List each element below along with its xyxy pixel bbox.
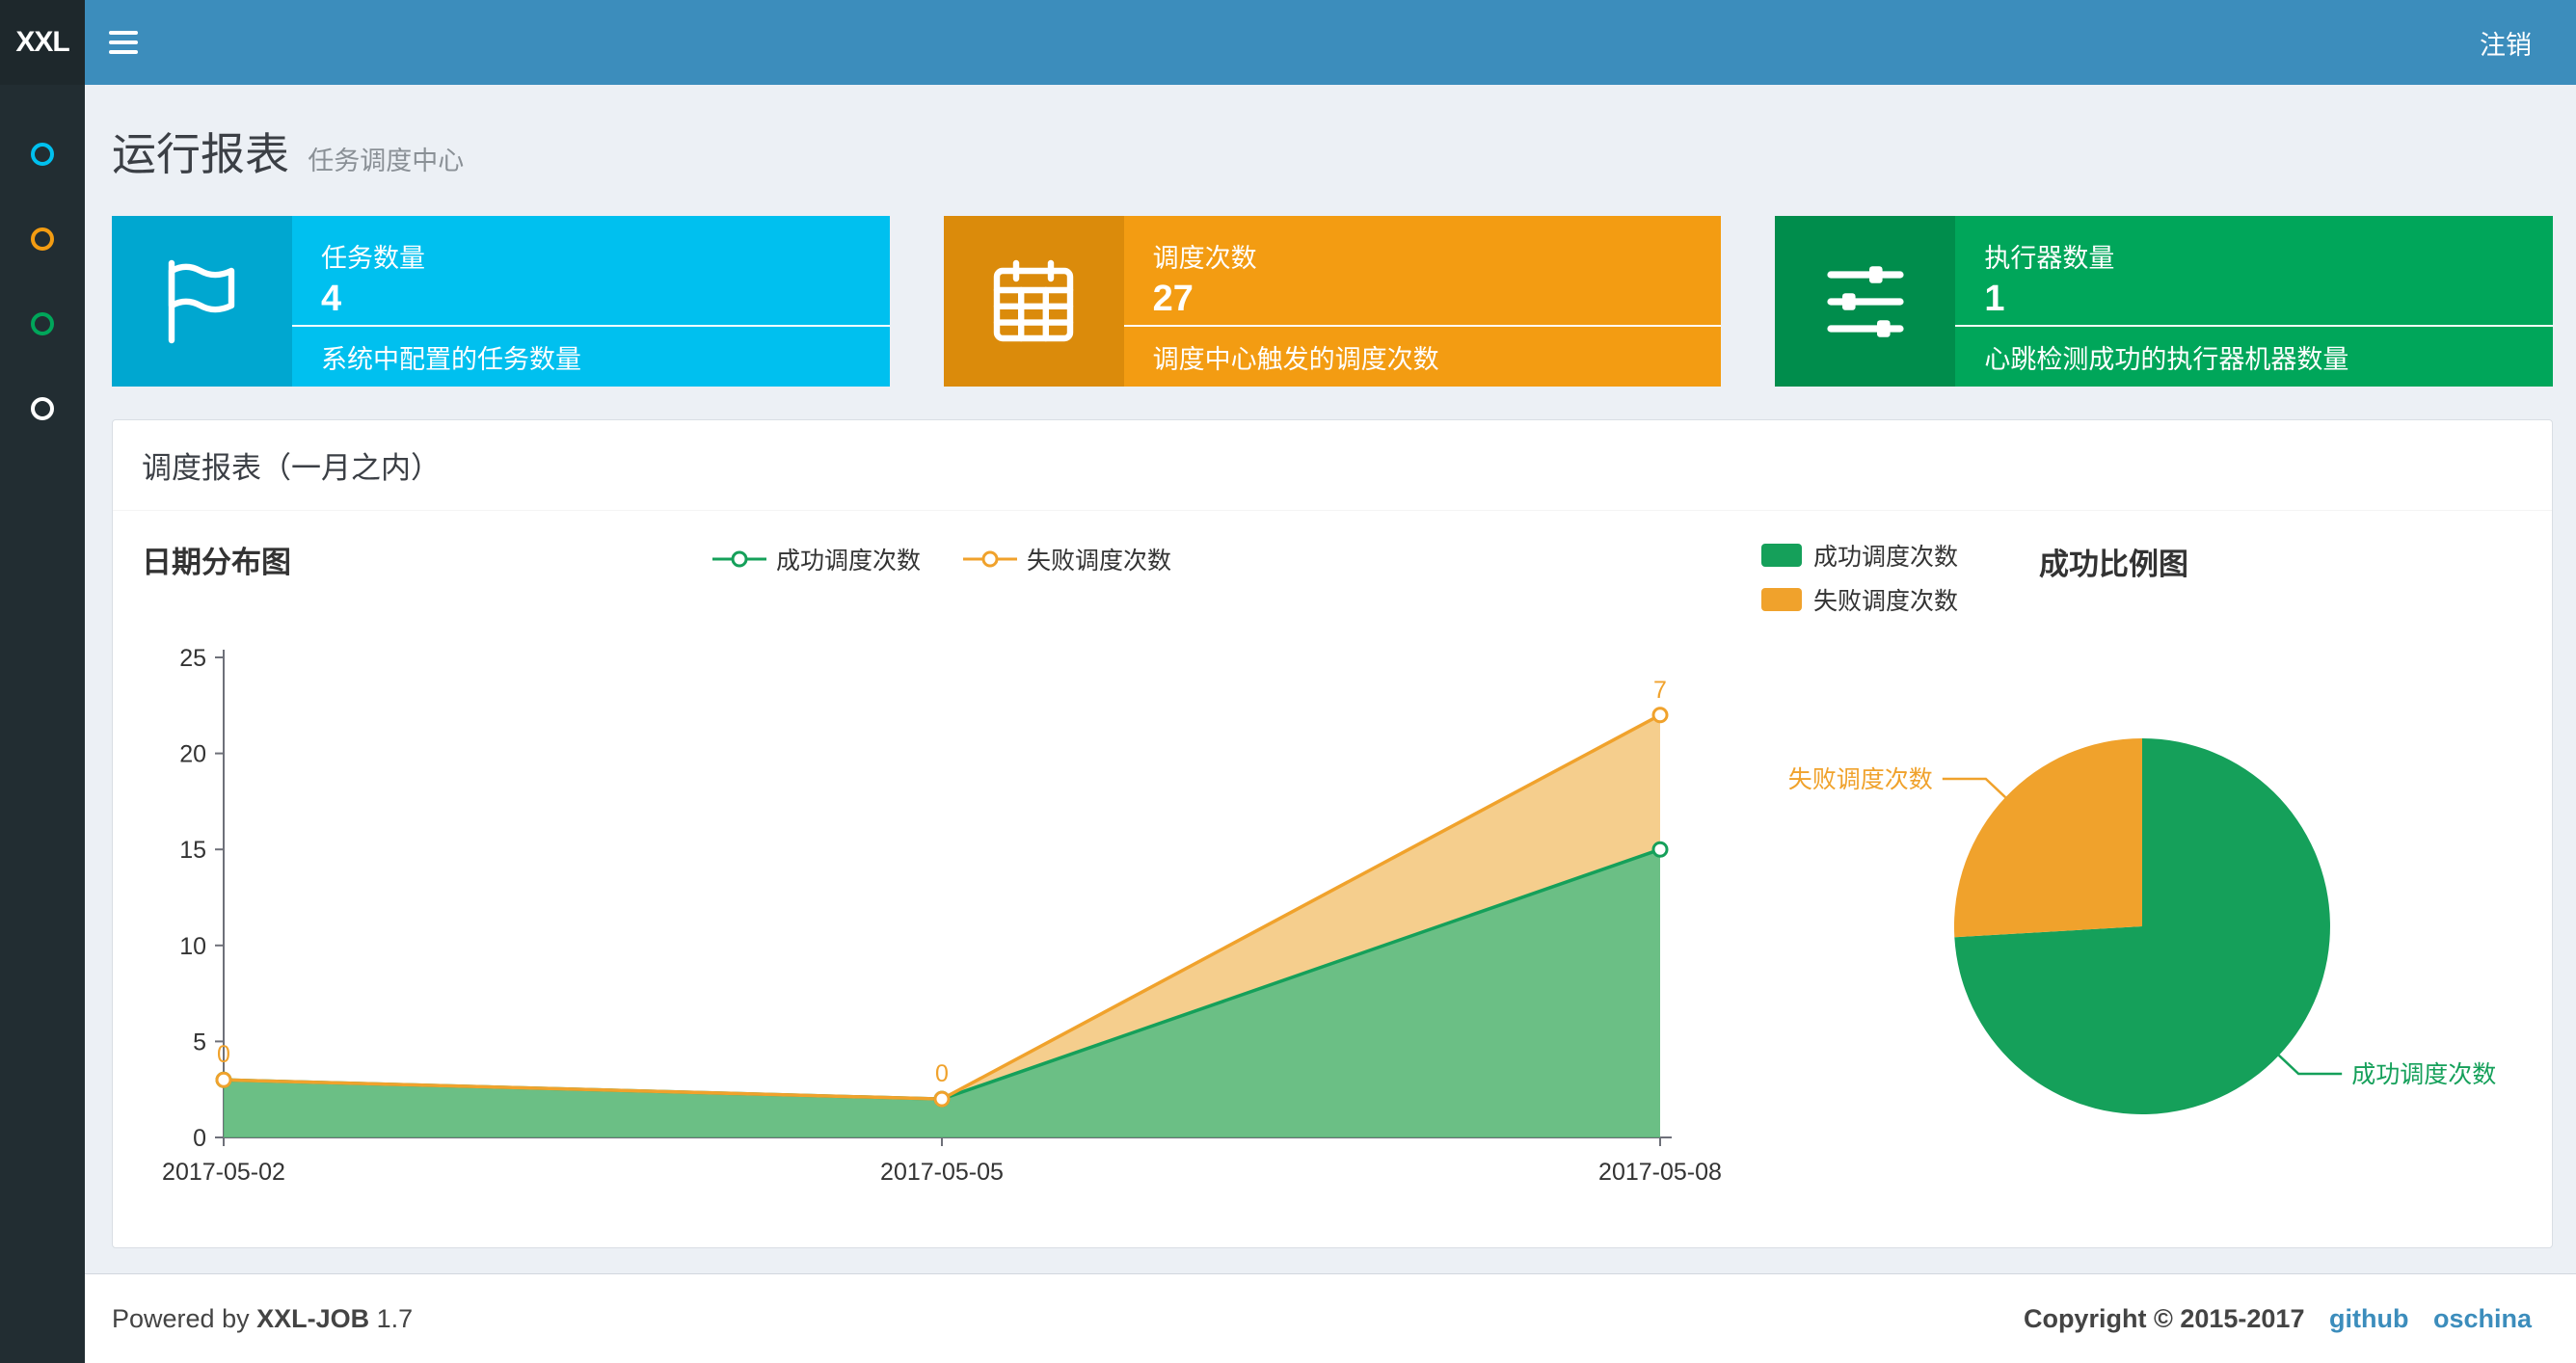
copyright: Copyright © 2015-2017 github oschina	[2024, 1304, 2532, 1334]
logout-link[interactable]: 注销	[2480, 31, 2532, 60]
box-title: 执行器数量	[1984, 244, 2115, 273]
circle-icon	[31, 227, 54, 251]
top-navbar: 注销	[85, 0, 2576, 85]
circle-icon	[31, 397, 54, 420]
svg-text:成功调度次数: 成功调度次数	[2351, 1061, 2496, 1088]
summary-boxes: 任务数量 4 系统中配置的任务数量 调度次数 27 调度中心触发的调度次数 执行…	[112, 216, 2554, 387]
svg-text:2017-05-02: 2017-05-02	[162, 1159, 285, 1186]
circle-icon	[31, 312, 54, 335]
executor-count-box: 执行器数量 1 心跳检测成功的执行器机器数量	[1775, 216, 2554, 387]
svg-text:5: 5	[193, 1029, 206, 1056]
sidebar-item-logs[interactable]	[0, 281, 85, 366]
box-title: 任务数量	[321, 244, 425, 273]
svg-text:15: 15	[179, 837, 206, 864]
product-name: XXL-JOB	[256, 1303, 370, 1333]
box-value: 4	[321, 279, 342, 319]
product-version: 1.7	[376, 1303, 414, 1333]
box-title: 调度次数	[1152, 244, 1257, 273]
svg-text:25: 25	[179, 645, 206, 672]
box-value: 1	[1984, 279, 2005, 319]
svg-text:0: 0	[217, 1041, 230, 1068]
svg-text:7: 7	[1653, 677, 1667, 704]
sidebar-toggle-icon[interactable]	[85, 0, 162, 85]
sidebar-item-jobs[interactable]	[0, 197, 85, 281]
svg-text:20: 20	[179, 741, 206, 768]
sidebar: XXL	[0, 0, 85, 1363]
svg-text:失败调度次数: 失败调度次数	[1788, 766, 1933, 793]
stacked-area-chart: 05101520252017-05-02 2017-05-05 2017-05-08…	[162, 645, 1722, 1186]
page-subtitle: 任务调度中心	[308, 147, 465, 175]
pie-chart-legend: 成功调度次数 失败调度次数	[1761, 538, 1958, 617]
svg-text:2017-05-08: 2017-05-08	[1598, 1159, 1722, 1186]
content-area: 运行报表 任务调度中心 任务数量 4 系统中配置的任务数量 调度次数 27 调度…	[85, 85, 2576, 1273]
panel-title: 调度报表（一月之内）	[113, 420, 2552, 511]
pie-svg: 成功调度次数 失败调度次数	[1788, 738, 2496, 1114]
date-distribution-chart: 日期分布图 成功调度次数 失败调度次数 0 5 10 15 20 25 2017-05-02 2…	[142, 538, 1742, 1220]
svg-text:10: 10	[179, 933, 206, 960]
powered-by: Powered by XXL-JOB 1.7	[112, 1304, 413, 1334]
flag-icon	[112, 216, 292, 387]
page-title: 运行报表	[112, 129, 289, 179]
box-desc: 调度中心触发的调度次数	[1123, 325, 1722, 387]
box-desc: 系统中配置的任务数量	[292, 325, 890, 387]
pie-chart-title: 成功比例图	[2039, 548, 2189, 581]
sidebar-item-report[interactable]	[0, 112, 85, 197]
legend-item[interactable]: 成功调度次数	[1761, 538, 1958, 573]
legend-item[interactable]: 失败调度次数	[963, 542, 1171, 576]
legend-item[interactable]: 失败调度次数	[1761, 582, 1958, 617]
copyright-text: Copyright © 2015-2017	[2023, 1303, 2305, 1333]
box-desc: 心跳检测成功的执行器机器数量	[1955, 325, 2554, 387]
svg-text:2017-05-05: 2017-05-05	[880, 1159, 1004, 1186]
sidebar-menu	[0, 85, 85, 451]
trigger-count-box: 调度次数 27 调度中心触发的调度次数	[943, 216, 1722, 387]
github-link[interactable]: github	[2329, 1304, 2408, 1333]
line-chart-legend: 成功调度次数 失败调度次数	[142, 542, 1742, 576]
calendar-icon	[943, 216, 1124, 387]
page-header: 运行报表 任务调度中心	[112, 120, 2549, 183]
sidebar-item-executors[interactable]	[0, 366, 85, 451]
job-count-box: 任务数量 4 系统中配置的任务数量	[112, 216, 890, 387]
svg-text:0: 0	[935, 1060, 949, 1087]
page-footer: Powered by XXL-JOB 1.7 Copyright © 2015-…	[85, 1273, 2576, 1363]
legend-item[interactable]: 成功调度次数	[711, 542, 921, 576]
report-panel: 调度报表（一月之内） 日期分布图 成功调度次数 失败调度次数 0 5 10 15 20 25…	[112, 419, 2553, 1248]
app-logo[interactable]: XXL	[0, 0, 85, 85]
powered-by-prefix: Powered by	[112, 1303, 250, 1333]
oschina-link[interactable]: oschina	[2433, 1304, 2532, 1333]
svg-text:0: 0	[193, 1125, 206, 1152]
success-ratio-chart: 成功调度次数 失败调度次数 成功比例图 成功调度次数 失败调度次数	[1761, 538, 2523, 1220]
box-value: 27	[1152, 279, 1194, 319]
circle-icon	[31, 143, 54, 166]
sliders-icon	[1775, 216, 1956, 387]
